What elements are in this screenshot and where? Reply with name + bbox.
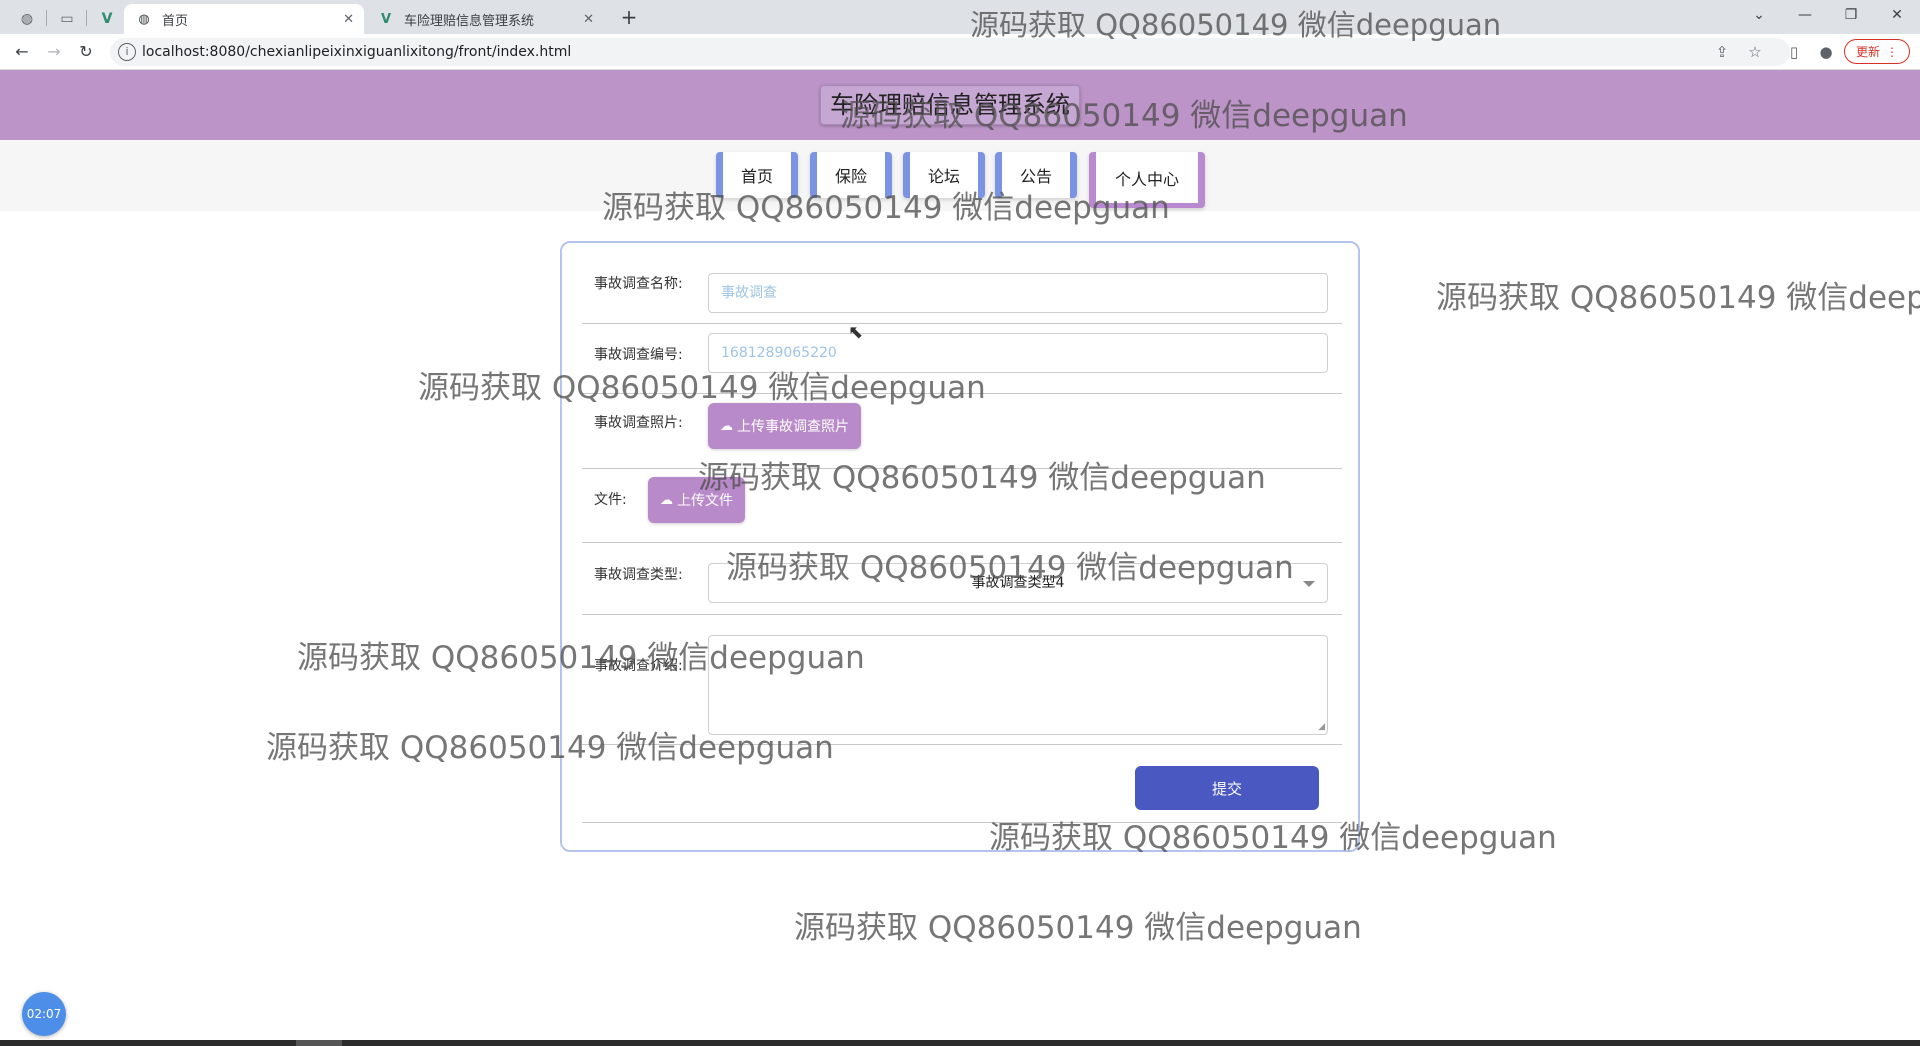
bookmark-star-icon[interactable]: ☆ <box>1745 42 1765 62</box>
new-tab-button[interactable]: + <box>616 4 642 30</box>
tab-page-icon[interactable]: ▭ <box>52 5 82 33</box>
update-label: 更新 <box>1855 45 1880 59</box>
form-row-file: 文件: ☁ 上传文件 <box>582 469 1342 543</box>
tab-vue-icon[interactable]: V <box>92 5 122 33</box>
type-select-value: 事故调查类型4 <box>971 575 1065 591</box>
upload-photo-button[interactable]: ☁ 上传事故调查照片 <box>708 403 861 449</box>
intro-textarea[interactable]: ◢ <box>708 635 1328 735</box>
form-row-photo: 事故调查照片: ☁ 上传事故调查照片 <box>582 394 1342 469</box>
type-select[interactable]: 事故调查类型4 <box>708 563 1328 603</box>
nav-forum[interactable]: 论坛 <box>903 152 985 198</box>
form-row-code: 事故调查编号: 1681289065220 <box>582 324 1342 394</box>
code-label: 事故调查编号: <box>594 347 683 363</box>
tab-system[interactable]: V 车险理赔信息管理系统 ✕ <box>366 4 604 34</box>
timer-badge: 02:07 <box>22 992 66 1036</box>
upload-file-label: 上传文件 <box>677 493 733 509</box>
intro-label: 事故调查介绍: <box>594 658 683 674</box>
close-icon[interactable]: ✕ <box>343 12 354 27</box>
nav-insurance[interactable]: 保险 <box>810 152 892 198</box>
tab-separator <box>46 10 47 26</box>
back-icon[interactable]: ← <box>10 40 34 64</box>
tab-label: 首页 <box>162 13 189 29</box>
window-close-button[interactable]: ✕ <box>1874 0 1920 30</box>
site-header: 车险理赔信息管理系统 <box>0 70 1920 140</box>
form-row-name: 事故调查名称: 事故调查 <box>582 243 1342 324</box>
vue-icon: V <box>380 11 392 27</box>
profile-icon[interactable]: ● <box>1816 42 1836 62</box>
info-icon[interactable]: i <box>118 43 136 61</box>
chevron-down-icon <box>1303 581 1315 587</box>
restore-button[interactable]: ❐ <box>1828 0 1874 30</box>
side-panel-icon[interactable]: ▯ <box>1784 42 1804 62</box>
upload-file-button[interactable]: ☁ 上传文件 <box>648 477 745 523</box>
cloud-upload-icon: ☁ <box>660 492 673 508</box>
form-row-intro: 事故调查介绍: ◢ <box>582 615 1342 745</box>
url-text[interactable]: localhost:8080/chexianlipeixinxiguanlixi… <box>142 44 571 60</box>
bottom-strip <box>0 1040 1920 1046</box>
globe-icon: ◍ <box>138 11 150 27</box>
reload-icon[interactable]: ↻ <box>74 40 98 64</box>
nav-notice[interactable]: 公告 <box>995 152 1077 198</box>
tab-home[interactable]: ◍ 首页 ✕ <box>124 4 364 34</box>
share-icon[interactable]: ⇪ <box>1712 42 1732 62</box>
file-label: 文件: <box>594 492 627 508</box>
nav-personal-center[interactable]: 个人中心 <box>1089 152 1205 208</box>
code-input[interactable]: 1681289065220 <box>708 333 1328 373</box>
tab-label: 车险理赔信息管理系统 <box>404 13 535 29</box>
site-title: 车险理赔信息管理系统 <box>820 85 1080 125</box>
address-bar[interactable]: i localhost:8080/chexianlipeixinxiguanli… <box>110 38 1790 66</box>
photo-label: 事故调查照片: <box>594 415 683 431</box>
tab-search-icon[interactable]: ⌄ <box>1736 0 1782 30</box>
tab-globe-icon[interactable]: ◍ <box>12 5 42 33</box>
bottom-strip-segment <box>296 1040 342 1046</box>
name-input[interactable]: 事故调查 <box>708 273 1328 313</box>
submit-button[interactable]: 提交 <box>1135 766 1319 810</box>
form-row-type: 事故调查类型: 事故调查类型4 <box>582 543 1342 615</box>
watermark-text: 源码获取 QQ86050149 微信deepg <box>1436 280 1920 316</box>
name-label: 事故调查名称: <box>594 276 683 292</box>
forward-icon[interactable]: → <box>42 40 66 64</box>
browser-tab-bar: ◍ ▭ V ◍ 首页 ✕ V 车险理赔信息管理系统 ✕ + ⌄ — ❐ ✕ <box>0 0 1920 34</box>
tab-separator <box>86 10 87 26</box>
update-button[interactable]: 更新 ⋮ <box>1844 39 1910 64</box>
upload-photo-label: 上传事故调查照片 <box>737 419 849 435</box>
nav-home[interactable]: 首页 <box>716 152 798 198</box>
type-label: 事故调查类型: <box>594 567 683 583</box>
minimize-button[interactable]: — <box>1782 0 1828 30</box>
cloud-upload-icon: ☁ <box>720 418 733 434</box>
mouse-cursor-icon: ⬉ <box>848 322 864 343</box>
resize-grip-icon[interactable]: ◢ <box>1318 722 1325 732</box>
main-nav: 首页 保险 论坛 公告 个人中心 <box>0 140 1920 211</box>
more-menu-icon: ⋮ <box>1886 44 1898 59</box>
watermark-text: 源码获取 QQ86050149 微信deepguan <box>794 910 1362 946</box>
browser-toolbar: ← → ↻ i localhost:8080/chexianlipeixinxi… <box>0 34 1920 70</box>
accident-investigation-form: 事故调查名称: 事故调查 事故调查编号: 1681289065220 事故调查照… <box>560 241 1360 852</box>
close-icon[interactable]: ✕ <box>583 12 594 27</box>
